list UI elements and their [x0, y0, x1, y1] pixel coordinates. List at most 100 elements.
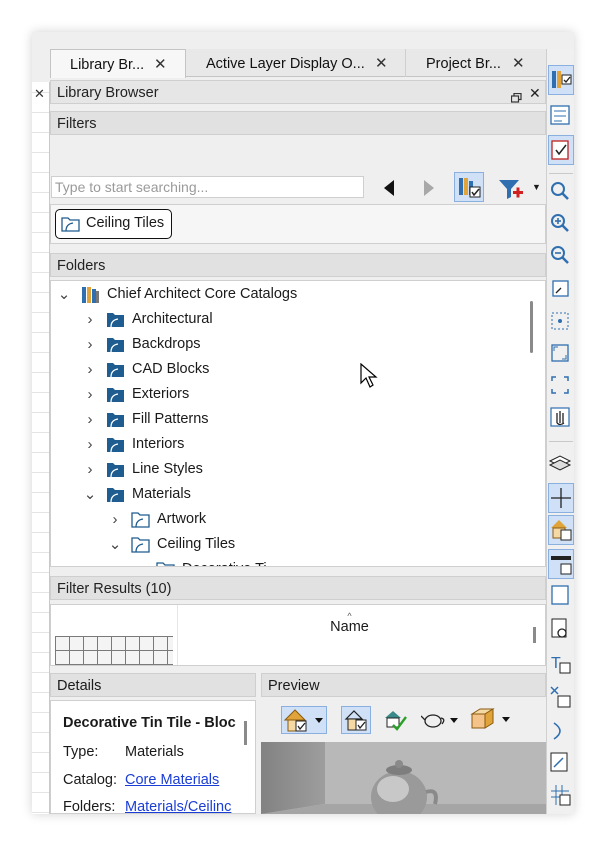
tree-item-label: Backdrops — [132, 336, 201, 352]
tree-item-architectural[interactable]: › Architectural — [51, 307, 531, 332]
project-browser-tool-icon[interactable] — [548, 101, 574, 131]
material-view-icon[interactable] — [341, 706, 371, 734]
name-column-label: Name — [330, 619, 369, 635]
tree-item-ceiling-tiles[interactable]: ⌄ Ceiling Tiles — [51, 532, 531, 557]
tree-item-label: Chief Architect Core Catalogs — [107, 286, 298, 302]
tree-scrollbar[interactable] — [530, 301, 533, 353]
zoom-out-icon[interactable] — [548, 241, 574, 271]
chevron-right-icon[interactable]: › — [83, 407, 97, 432]
right-toolbar: T — [546, 49, 574, 814]
tree-item-cad-blocks[interactable]: › CAD Blocks — [51, 357, 531, 382]
chevron-right-icon[interactable]: › — [83, 432, 97, 457]
forward-arrow-icon[interactable] — [422, 179, 436, 200]
text-tool-icon[interactable]: T — [548, 649, 574, 679]
undo-zoom-icon[interactable] — [548, 275, 574, 305]
teapot-icon[interactable] — [420, 710, 459, 733]
tree-item-fill-patterns[interactable]: › Fill Patterns — [51, 407, 531, 432]
tree-item-label: Fill Patterns — [132, 411, 209, 427]
tab-close-icon[interactable]: ✕ — [154, 50, 167, 80]
result-thumbnail[interactable] — [55, 636, 173, 665]
details-header: Details — [50, 673, 256, 697]
fill-all-icon[interactable] — [548, 339, 574, 369]
tree-item-line-styles[interactable]: › Line Styles — [51, 457, 531, 482]
tab-label: Library Br... — [70, 57, 145, 73]
filter-dropdown-icon[interactable]: ▼ — [532, 182, 541, 192]
tree-item-label: Line Styles — [132, 461, 203, 477]
search-input[interactable]: Type to start searching... — [51, 176, 364, 198]
zoom-icon[interactable] — [548, 177, 574, 207]
active-layer-tool-icon[interactable] — [548, 135, 574, 165]
layers-icon[interactable] — [548, 447, 574, 477]
chevron-right-icon[interactable]: › — [133, 557, 147, 566]
library-browser-panel: Library Browser ✕ Filters Type to start … — [50, 78, 546, 814]
library-browser-tool-icon[interactable] — [548, 65, 574, 95]
window: ✕ Library Br... ✕ Active Layer Display O… — [32, 32, 574, 814]
chevron-right-icon[interactable]: › — [83, 457, 97, 482]
tab-library-browser[interactable]: Library Br... ✕ — [50, 49, 186, 78]
chevron-down-icon[interactable]: ⌄ — [108, 532, 122, 557]
dimension-icon[interactable] — [548, 549, 574, 579]
results-list: ^ Name — [50, 604, 546, 666]
tab-close-icon[interactable]: ✕ — [375, 49, 388, 79]
crosshair-icon[interactable] — [548, 483, 574, 513]
camera-view-button[interactable] — [281, 706, 327, 734]
find-page-icon[interactable] — [548, 615, 574, 645]
library-filter-toggle-icon[interactable] — [454, 172, 484, 202]
tree-item-exteriors[interactable]: › Exteriors — [51, 382, 531, 407]
zoom-in-icon[interactable] — [548, 209, 574, 239]
tab-project-browser[interactable]: Project Br... ✕ — [408, 49, 546, 77]
chevron-right-icon[interactable]: › — [83, 357, 97, 382]
box-view-icon[interactable] — [469, 707, 511, 734]
results-scrollbar[interactable] — [533, 627, 536, 643]
filters-header-label: Filters — [57, 116, 97, 132]
tree-item-decorative-tiles[interactable]: › Decorative Ti... — [51, 557, 531, 566]
filter-chip[interactable]: Ceiling Tiles — [55, 209, 173, 239]
catalog-label: Catalog: — [63, 772, 118, 788]
tree-item-artwork[interactable]: › Artwork — [51, 507, 531, 532]
house-view-icon[interactable] — [548, 515, 574, 545]
grid-check-icon[interactable] — [548, 781, 574, 811]
preview-image — [261, 742, 546, 814]
tree-item-label: CAD Blocks — [132, 361, 210, 377]
house-check-icon[interactable] — [382, 708, 408, 735]
chevron-right-icon[interactable]: › — [83, 382, 97, 407]
fill-window-icon[interactable] — [548, 307, 574, 337]
tree-item-label: Artwork — [157, 511, 207, 527]
type-label: Type: — [63, 744, 99, 760]
panel-title: Library Browser — [57, 85, 159, 101]
chevron-right-icon[interactable]: › — [108, 507, 122, 532]
edit-check-icon[interactable] — [548, 749, 574, 779]
window-icon[interactable] — [548, 581, 574, 611]
tab-label: Active Layer Display O... — [206, 56, 365, 72]
folder-tree: ⌄ Chief Architect Core Catalogs › Archit… — [50, 280, 546, 567]
tab-close-icon[interactable]: ✕ — [512, 49, 525, 79]
folder-outline-icon — [156, 561, 176, 566]
tree-item-backdrops[interactable]: › Backdrops — [51, 332, 531, 357]
details-scrollbar[interactable] — [244, 721, 247, 745]
left-close-icon[interactable]: ✕ — [34, 86, 45, 102]
panel-close-icon[interactable]: ✕ — [529, 81, 541, 105]
mouse-cursor-icon — [360, 362, 378, 392]
tab-active-layer-display[interactable]: Active Layer Display O... ✕ — [191, 49, 406, 77]
tree-item-core-catalogs[interactable]: ⌄ Chief Architect Core Catalogs — [51, 282, 531, 307]
folders-link[interactable]: Materials/Ceilinc — [125, 799, 231, 813]
filter-add-icon[interactable] — [498, 176, 524, 205]
chevron-right-icon[interactable]: › — [83, 332, 97, 357]
tree-item-label: Interiors — [132, 436, 185, 452]
chevron-right-icon[interactable]: › — [83, 307, 97, 332]
preview-toolbar — [261, 700, 546, 736]
tree-item-materials[interactable]: ⌄ Materials — [51, 482, 531, 507]
catalog-link[interactable]: Core Materials — [125, 772, 219, 788]
name-column-header[interactable]: ^ Name — [177, 605, 521, 665]
chevron-down-icon[interactable]: ⌄ — [83, 482, 97, 507]
delete-check-icon[interactable] — [548, 683, 574, 713]
tree-item-interiors[interactable]: › Interiors — [51, 432, 531, 457]
float-icon[interactable] — [510, 87, 522, 103]
chevron-down-icon[interactable]: ⌄ — [57, 282, 71, 307]
fit-page-icon[interactable] — [548, 371, 574, 401]
details-pane: Decorative Tin Tile - Bloc Type: Materia… — [50, 700, 256, 814]
pan-hand-icon[interactable] — [548, 403, 574, 433]
arc-tool-icon[interactable] — [548, 717, 574, 747]
filter-chip-label: Ceiling Tiles — [86, 215, 165, 231]
back-arrow-icon[interactable] — [382, 179, 396, 200]
